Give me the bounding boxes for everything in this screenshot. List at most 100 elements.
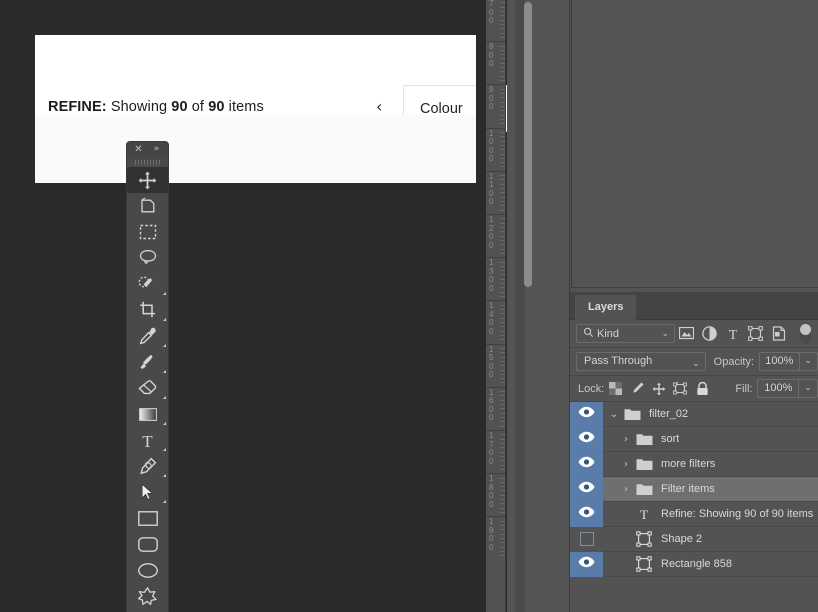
layer-visibility-toggle-on[interactable]: [570, 551, 603, 577]
previous-chevron-icon[interactable]: ‹: [376, 99, 382, 115]
gradient-tool[interactable]: [127, 401, 168, 427]
ruler-minor-tick: [500, 118, 505, 120]
opacity-input[interactable]: 100%: [759, 352, 800, 371]
svg-text:T: T: [640, 507, 648, 521]
layer-row[interactable]: › sort: [570, 426, 818, 452]
path-selection-tool[interactable]: [127, 479, 168, 505]
ruler-minor-tick: [500, 80, 505, 82]
pixel-layer-filter-icon[interactable]: [675, 323, 698, 345]
fill-input[interactable]: 100%: [757, 379, 800, 398]
refine-count-shown: 90: [171, 99, 188, 115]
lock-image-pixels-icon[interactable]: [626, 379, 648, 399]
rectangular-marquee-tool[interactable]: [127, 219, 168, 245]
ruler-minor-tick: [500, 97, 505, 99]
shape-layer-filter-icon[interactable]: [744, 323, 767, 345]
layer-name: Refine: Showing 90 of 90 items: [661, 508, 814, 520]
layer-visibility-toggle-on[interactable]: [570, 501, 603, 527]
chevron-down-icon[interactable]: ⌄: [661, 329, 669, 339]
lasso-tool[interactable]: [127, 245, 168, 271]
photoshop-window: REFINE: Showing 90 of 90 items ‹ Colour …: [0, 0, 818, 612]
fill-chevron-down-icon[interactable]: ⌄: [799, 379, 818, 398]
lock-position-icon[interactable]: [648, 379, 670, 399]
layer-visibility-toggle-on[interactable]: [570, 476, 603, 502]
quick-selection-tool[interactable]: [127, 271, 168, 297]
tools-panel-header[interactable]: ✕ »: [127, 142, 168, 157]
opacity-chevron-down-icon[interactable]: ⌄: [799, 352, 818, 371]
type-tool[interactable]: T: [127, 427, 168, 453]
blend-mode-select[interactable]: Pass Through ⌄: [576, 352, 706, 371]
smart-object-filter-icon[interactable]: [767, 323, 790, 345]
layer-row[interactable]: Shape 2: [570, 526, 818, 552]
ruler-minor-tick: [500, 93, 505, 95]
chevron-right-icon[interactable]: ›: [619, 434, 633, 445]
layer-visibility-toggle-on[interactable]: [570, 426, 603, 452]
layer-row[interactable]: › Filter items: [570, 476, 818, 502]
eye-icon: [578, 430, 595, 448]
tools-panel-grip[interactable]: [127, 157, 168, 167]
ruler-minor-tick: [500, 10, 505, 12]
ruler-minor-tick: [500, 15, 505, 17]
lock-all-icon[interactable]: [692, 379, 714, 399]
eyedropper-tool[interactable]: [127, 323, 168, 349]
ruler-minor-tick: [500, 464, 505, 466]
lock-artboard-nesting-icon[interactable]: [670, 379, 692, 399]
canvas-vertical-scrollbar-track[interactable]: [515, 0, 532, 612]
layer-row[interactable]: Rectangle 858: [570, 551, 818, 577]
layer-visibility-toggle-off[interactable]: [570, 526, 603, 552]
ruler-minor-tick: [500, 270, 505, 272]
ruler-minor-tick: [500, 162, 505, 164]
rectangle-tool[interactable]: [127, 505, 168, 531]
brush-tool[interactable]: [127, 349, 168, 375]
eraser-tool[interactable]: [127, 375, 168, 401]
lock-label: Lock:: [578, 382, 605, 395]
refine-items-word: items: [224, 99, 264, 115]
type-layer-filter-icon[interactable]: T: [721, 323, 744, 345]
tool-submenu-indicator-icon: [163, 500, 166, 503]
ruler-minor-tick: [500, 179, 505, 181]
layers-panel: Layers Kind ⌄ T Pass Through ⌄ Opacity: …: [570, 292, 818, 612]
layer-filter-kind-select[interactable]: Kind ⌄: [576, 324, 675, 343]
ruler-minor-tick: [500, 373, 505, 375]
artboard-tool[interactable]: [127, 193, 168, 219]
canvas-background-strip: [476, 0, 486, 612]
ruler-minor-tick: [500, 88, 505, 90]
ruler-minor-tick: [500, 274, 505, 276]
layer-row[interactable]: T Refine: Showing 90 of 90 items: [570, 501, 818, 527]
eye-icon: [578, 480, 595, 498]
tab-layers[interactable]: Layers: [575, 295, 637, 320]
chevron-right-icon[interactable]: ›: [619, 459, 633, 470]
adjustment-layer-filter-icon[interactable]: [698, 323, 721, 345]
move-tool[interactable]: [127, 167, 168, 193]
ruler-minor-tick: [500, 6, 505, 8]
canvas-vertical-scrollbar-thumb[interactable]: [524, 2, 532, 287]
lock-transparent-pixels-icon[interactable]: [604, 379, 626, 399]
layer-row[interactable]: ⌄ filter_02: [570, 401, 818, 427]
group-layer-thumbnail-icon: [633, 477, 655, 502]
layer-visibility-toggle-on[interactable]: [570, 451, 603, 477]
refine-status-text: REFINE: Showing 90 of 90 items: [48, 99, 264, 115]
crop-tool[interactable]: [127, 297, 168, 323]
chevron-down-icon[interactable]: ⌄: [692, 356, 700, 373]
ruler-label: 700: [489, 0, 493, 25]
pen-tool[interactable]: [127, 453, 168, 479]
ellipse-tool[interactable]: [127, 557, 168, 583]
vertical-ruler[interactable]: 700 800 900 1000 1100 1200 1300 1400 1500 1600 170…: [486, 0, 506, 612]
filter-enable-toggle[interactable]: [800, 324, 811, 344]
document-artboard: REFINE: Showing 90 of 90 items ‹ Colour: [35, 35, 511, 183]
shape-layer-thumbnail-icon: [633, 527, 655, 552]
ruler-minor-tick: [500, 19, 505, 21]
layer-visibility-toggle-on[interactable]: [570, 401, 603, 427]
layer-row[interactable]: › more filters: [570, 451, 818, 477]
custom-shape-tool[interactable]: [127, 583, 168, 609]
chevron-right-icon[interactable]: ›: [619, 484, 633, 495]
ruler-label: 1600: [489, 387, 493, 423]
rounded-rectangle-tool[interactable]: [127, 531, 168, 557]
ruler-minor-tick: [500, 209, 505, 211]
ruler-minor-tick: [500, 451, 505, 453]
layer-name: Filter items: [661, 483, 715, 495]
chevron-down-icon[interactable]: ⌄: [607, 409, 621, 420]
expand-collapse-icon[interactable]: »: [151, 144, 162, 155]
ruler-minor-tick: [500, 205, 505, 207]
ruler-minor-tick: [500, 296, 505, 298]
close-icon[interactable]: ✕: [133, 144, 144, 155]
